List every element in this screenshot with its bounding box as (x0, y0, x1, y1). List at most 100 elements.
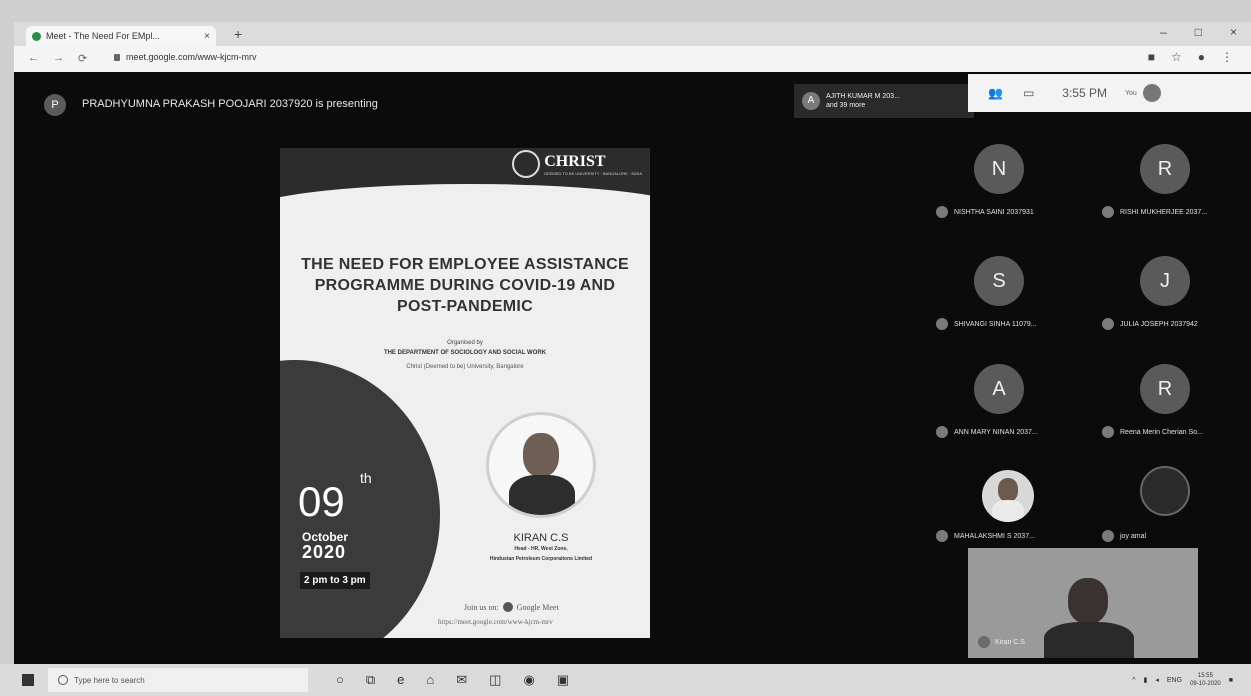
participant-tile[interactable]: R Reena Merin Cherian So... (1100, 352, 1230, 448)
mic-muted-icon (978, 636, 990, 648)
participant-avatar: R (1140, 364, 1190, 414)
participant-tile[interactable]: A ANN MARY NINAN 2037... (934, 352, 1064, 448)
event-year: 2020 (302, 542, 347, 562)
participant-avatar: J (1140, 256, 1190, 306)
forward-button[interactable]: → (53, 52, 64, 65)
minimize-button[interactable]: – (1160, 25, 1167, 39)
speaker-body (509, 475, 575, 515)
slide-title: THE NEED FOR EMPLOYEE ASSISTANCE PROGRAM… (301, 256, 629, 315)
taskbar-apps: ○ ⧉ e ⌂ ✉ ◫ ◉ ▣ (336, 672, 569, 688)
network-icon[interactable]: ▮ (1144, 676, 1148, 684)
tray-clock[interactable]: 15:55 09-10-2020 (1190, 672, 1221, 688)
mic-muted-icon (1102, 530, 1114, 542)
organised-by: Organised by (447, 340, 483, 346)
google-meet-icon (502, 602, 513, 612)
chrome-icon[interactable]: ◉ (523, 672, 534, 688)
meet-favicon-icon (32, 31, 41, 41)
participant-label: MAHALAKSHMI S 2037... (936, 530, 1064, 542)
tray-time: 15:55 (1197, 673, 1213, 679)
participant-avatar: S (974, 256, 1024, 306)
participant-name: SHIVANGI SINHA 11079... (954, 320, 1037, 328)
cortana-icon[interactable]: ○ (336, 672, 344, 688)
slide-wave (280, 184, 650, 244)
participant-tile[interactable]: J JULIA JOSEPH 2037942 (1100, 244, 1230, 340)
close-tab-icon[interactable]: × (204, 31, 210, 42)
participant-photo-avatar (982, 470, 1034, 522)
taskbar-search[interactable]: Type here to search (48, 668, 308, 692)
camera-indicator-icon[interactable]: ■ (1148, 50, 1155, 64)
joined-participants-chip[interactable]: A AJITH KUMAR M 203... and 39 more (794, 84, 974, 118)
volume-icon[interactable]: ◂ (1155, 676, 1159, 684)
participant-tile[interactable]: S SHIVANGI SINHA 11079... (934, 244, 1064, 340)
back-button[interactable]: ← (28, 52, 39, 65)
new-tab-button[interactable]: + (234, 26, 242, 42)
nav-buttons: ← → ⟳ (28, 52, 87, 65)
menu-dots-icon[interactable]: ⋮ (1221, 50, 1233, 64)
browser-titlebar: Meet - The Need For EMpl... × + – □ × (14, 22, 1251, 46)
participant-label: NISHTHA SAINI 2037931 (936, 206, 1064, 218)
system-tray: ^ ▮ ◂ ENG 15:55 09-10-2020 ■ (1132, 672, 1233, 688)
speaker-head (523, 433, 559, 477)
participant-tile[interactable]: R RISHI MUKHERJEE 2037... (1100, 132, 1230, 228)
university-name: CHRIST (544, 152, 606, 170)
meeting-clock: 3:55 PM (1062, 86, 1107, 100)
self-name: Kiran C.S (995, 638, 1025, 646)
windows-start-icon[interactable] (22, 674, 34, 686)
tab-title: Meet - The Need For EMpl... (46, 31, 160, 41)
participant-tile[interactable]: joy amal (1100, 456, 1230, 552)
body-shape (992, 500, 1024, 522)
department: THE DEPARTMENT OF SOCIOLOGY AND SOCIAL W… (383, 350, 547, 356)
participant-name: RISHI MUKHERJEE 2037... (1120, 208, 1208, 216)
participant-name: joy amal (1120, 532, 1147, 540)
presenter-avatar: P (44, 94, 66, 116)
speaker-name: KIRAN C.S (513, 532, 569, 544)
participant-avatar: R (1140, 144, 1190, 194)
mic-muted-icon (1102, 318, 1114, 330)
store-icon[interactable]: ⌂ (426, 672, 434, 688)
office-icon[interactable]: ◫ (489, 672, 501, 688)
tray-lang[interactable]: ENG (1167, 677, 1182, 684)
participant-avatar: A (974, 364, 1024, 414)
meet-header: P PRADHYUMNA PRAKASH POOJARI 2037920 is … (14, 84, 974, 118)
self-label: Kiran C.S (978, 636, 1025, 648)
university-sub: DEEMED TO BE UNIVERSITY · BANGALORE · IN… (544, 170, 642, 176)
tray-chevron-icon[interactable]: ^ (1132, 677, 1135, 684)
app-icon[interactable]: ▣ (557, 672, 569, 688)
mail-icon[interactable]: ✉ (456, 672, 467, 688)
join-text: Join us on: (464, 602, 499, 612)
event-day-suffix: th (360, 470, 372, 486)
mic-muted-icon (936, 426, 948, 438)
url-field[interactable]: meet.google.com/www-kjcm-mrv (114, 52, 257, 62)
participant-label: Reena Merin Cherian So... (1102, 426, 1230, 438)
participant-label: SHIVANGI SINHA 11079... (936, 318, 1064, 330)
bookmark-star-icon[interactable]: ☆ (1171, 50, 1182, 64)
event-time: 2 pm to 3 pm (300, 572, 370, 589)
self-avatar[interactable] (1142, 84, 1161, 102)
event-day: 09 (298, 478, 345, 525)
speaker-org: Hindustan Petroleum Corporations Limited (489, 556, 593, 562)
participant-tile[interactable]: MAHALAKSHMI S 2037... (934, 456, 1064, 552)
participant-name: NISHTHA SAINI 2037931 (954, 208, 1034, 216)
joined-text: AJITH KUMAR M 203... and 39 more (826, 92, 900, 110)
self-person-head (1068, 578, 1108, 624)
people-icon[interactable]: 👥 (988, 86, 1003, 100)
browser-tab[interactable]: Meet - The Need For EMpl... × (26, 26, 216, 46)
participant-avatar: N (974, 144, 1024, 194)
notification-icon[interactable]: ■ (1229, 677, 1233, 684)
self-video-tile[interactable]: Kiran C.S (968, 548, 1198, 658)
profile-icon[interactable]: ● (1198, 50, 1205, 64)
chat-icon[interactable]: ▭ (1023, 86, 1034, 100)
face-shape (998, 478, 1018, 502)
task-view-icon[interactable]: ⧉ (366, 672, 375, 688)
reload-button[interactable]: ⟳ (78, 52, 87, 65)
presenting-status: PRADHYUMNA PRAKASH POOJARI 2037920 is pr… (82, 98, 378, 110)
christ-logo: CHRIST DEEMED TO BE UNIVERSITY · BANGALO… (512, 150, 642, 178)
browser-toolbar-icons: ■ ☆ ● ⋮ (1148, 50, 1233, 64)
close-window-button[interactable]: × (1230, 25, 1237, 39)
participant-tile[interactable]: N NISHTHA SAINI 2037931 (934, 132, 1064, 228)
edge-icon[interactable]: e (397, 672, 404, 688)
joined-line2: and 39 more (826, 102, 866, 109)
participant-label: ANN MARY NINAN 2037... (936, 426, 1064, 438)
maximize-button[interactable]: □ (1195, 25, 1202, 39)
participant-label: RISHI MUKHERJEE 2037... (1102, 206, 1230, 218)
